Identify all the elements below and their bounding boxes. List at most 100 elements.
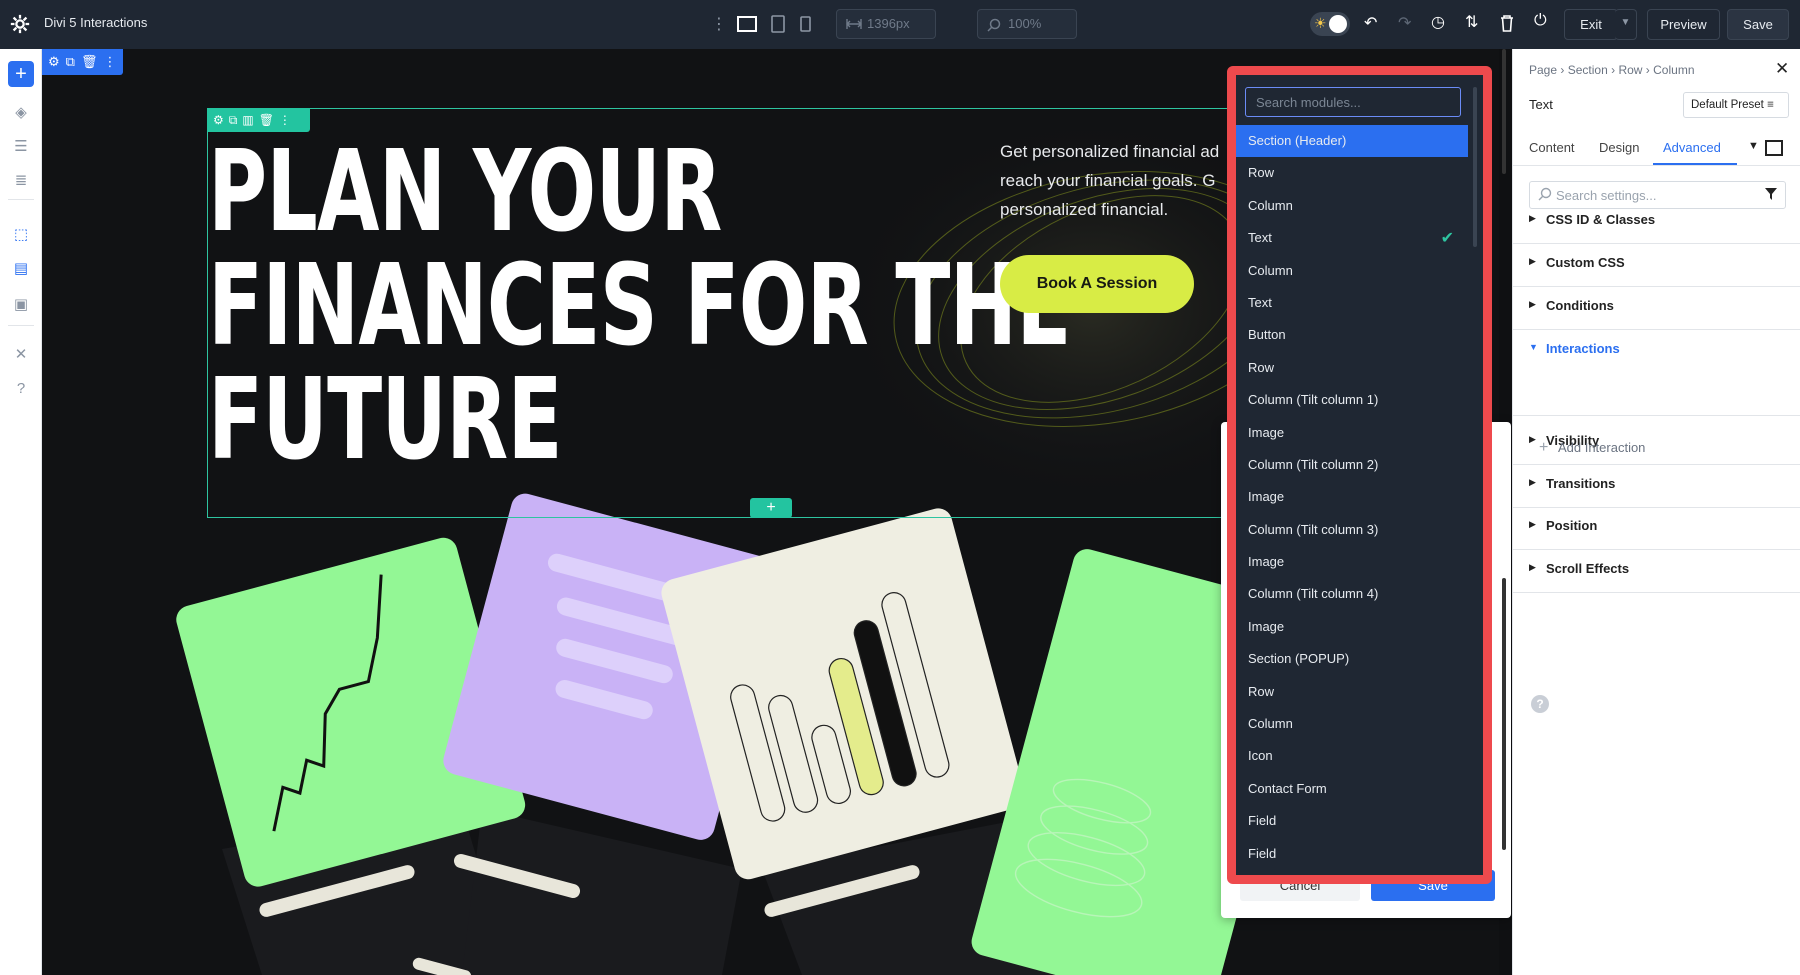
settings-group[interactable]: ▶CSS ID & Classes	[1513, 195, 1800, 244]
module-option[interactable]: Button	[1236, 319, 1468, 351]
preset-select[interactable]: Default Preset ≡	[1683, 92, 1789, 118]
module-option-label: Image	[1248, 425, 1284, 440]
row-more-icon[interactable]: ⋮	[279, 113, 291, 127]
module-option[interactable]: Section (Header)	[1236, 125, 1468, 157]
settings-group[interactable]: ▶ Custom CSS	[1513, 238, 1800, 287]
module-option-label: Text	[1248, 295, 1272, 310]
row-delete-icon[interactable]: 🗑	[259, 113, 274, 127]
module-option[interactable]: Image	[1236, 611, 1468, 643]
page-settings-icon[interactable]: ▤	[8, 255, 34, 281]
row-settings-icon[interactable]: ⚙	[213, 113, 224, 127]
module-option[interactable]: Row	[1236, 157, 1468, 189]
power-icon[interactable]: ⏻	[1534, 12, 1547, 30]
modal-scrollbar[interactable]	[1502, 578, 1506, 850]
preview-button[interactable]: Preview	[1647, 9, 1720, 40]
layers-icon[interactable]: ◈	[8, 99, 34, 125]
add-icon[interactable]: +	[8, 61, 34, 87]
save-top-button[interactable]: Save	[1727, 9, 1789, 40]
trash-icon[interactable]	[1500, 15, 1514, 32]
section-toolbar[interactable]: ⚙ ⧉ 🗑 ⋮	[42, 49, 123, 75]
module-option[interactable]: Column (Tilt column 4)	[1236, 578, 1468, 610]
sort-icon[interactable]: ⇅	[1465, 12, 1478, 32]
help-icon[interactable]: ?	[8, 375, 34, 401]
database-icon[interactable]: ☰	[8, 133, 34, 159]
theme-builder-icon[interactable]: ▣	[8, 291, 34, 317]
tab-content[interactable]: Content	[1529, 140, 1575, 155]
breadcrumb-item[interactable]: Section	[1568, 63, 1608, 77]
zoom-field[interactable]: 100%	[977, 9, 1077, 39]
module-option[interactable]: Icon	[1236, 740, 1468, 772]
tools-icon[interactable]: ✕	[8, 341, 34, 367]
module-option[interactable]: Column (Tilt column 1)	[1236, 384, 1468, 416]
history-icon[interactable]: ◷	[1431, 12, 1445, 32]
width-field[interactable]: 1396px	[836, 9, 936, 39]
tab-design[interactable]: Design	[1599, 140, 1639, 155]
module-option[interactable]: Field	[1236, 805, 1468, 837]
caret-right-icon: ▶	[1529, 256, 1536, 267]
module-option[interactable]: Column (Tilt column 3)	[1236, 514, 1468, 546]
desktop-view-icon[interactable]	[737, 16, 757, 32]
book-session-button[interactable]: Book A Session	[1000, 255, 1194, 313]
module-option[interactable]: Field	[1236, 838, 1468, 870]
dropdown-scrollbar[interactable]	[1473, 87, 1477, 247]
module-search-input[interactable]: Search modules...	[1245, 87, 1461, 117]
chevron-down-icon[interactable]: ▼	[1748, 140, 1759, 152]
panel-expand-icon[interactable]	[1765, 140, 1783, 156]
row-columns-icon[interactable]: ▥	[242, 113, 253, 127]
close-icon[interactable]: ✕	[1775, 59, 1789, 79]
phone-view-icon[interactable]	[800, 16, 811, 32]
settings-group[interactable]: ▼Interactions	[1513, 324, 1800, 416]
exit-dropdown-caret-icon[interactable]: ▼	[1615, 9, 1637, 40]
breadcrumb-item[interactable]: Page	[1529, 63, 1557, 77]
add-interaction-button[interactable]: + Add Interaction	[1539, 439, 1645, 457]
add-row-button[interactable]: +	[750, 498, 792, 518]
caret-right-icon: ▶	[1529, 519, 1536, 530]
redo-icon[interactable]: ↷	[1398, 13, 1411, 33]
checkmark-icon: ✔	[1441, 228, 1454, 248]
module-option[interactable]: Image	[1236, 546, 1468, 578]
settings-group[interactable]: ▶Position	[1513, 501, 1800, 550]
section-more-icon[interactable]: ⋮	[103, 54, 116, 70]
canvas-scrollbar[interactable]	[1502, 49, 1506, 174]
tablet-view-icon[interactable]	[771, 15, 785, 33]
theme-toggle[interactable]: ☀	[1310, 12, 1350, 36]
hero-intro-text[interactable]: Get personalized financial ad reach your…	[1000, 137, 1260, 224]
module-option[interactable]: Column	[1236, 255, 1468, 287]
module-option[interactable]: Contact Form	[1236, 773, 1468, 805]
module-option[interactable]: Image	[1236, 417, 1468, 449]
tab-advanced[interactable]: Advanced	[1663, 140, 1721, 155]
module-option-label: Column	[1248, 198, 1293, 213]
module-option[interactable]: Row	[1236, 352, 1468, 384]
settings-group[interactable]: ▶Conditions	[1513, 281, 1800, 330]
module-option-label: Section (POPUP)	[1248, 651, 1349, 666]
more-vertical-icon[interactable]: ⋮	[711, 14, 727, 34]
intro-line: Get personalized financial ad	[1000, 137, 1260, 166]
settings-group-label: Custom CSS	[1546, 255, 1625, 270]
module-option-label: Icon	[1248, 748, 1273, 763]
gear-icon[interactable]	[9, 13, 31, 35]
section-delete-icon[interactable]: 🗑	[81, 54, 98, 70]
active-tab-indicator	[1653, 163, 1737, 165]
caret-right-icon: ▶	[1529, 562, 1536, 573]
interaction-icon[interactable]: ⬚	[8, 221, 34, 247]
module-option[interactable]: Column	[1236, 708, 1468, 740]
module-option[interactable]: Text	[1236, 287, 1468, 319]
layout-icon[interactable]: ≣	[8, 167, 34, 193]
breadcrumb-item[interactable]: Row	[1618, 63, 1642, 77]
module-option[interactable]: Column	[1236, 190, 1468, 222]
module-option[interactable]: Section (POPUP)	[1236, 643, 1468, 675]
question-icon[interactable]: ?	[1531, 695, 1549, 713]
hero-headline[interactable]: PLAN YOUR FINANCES FOR THE FUTURE	[208, 135, 755, 477]
section-duplicate-icon[interactable]: ⧉	[66, 54, 75, 70]
module-option[interactable]: Row	[1236, 676, 1468, 708]
row-duplicate-icon[interactable]: ⧉	[229, 113, 238, 128]
undo-icon[interactable]: ↶	[1364, 13, 1377, 33]
breadcrumb-item[interactable]: Column	[1653, 63, 1694, 77]
settings-group[interactable]: ▶Scroll Effects	[1513, 544, 1800, 593]
module-option[interactable]: Column (Tilt column 2)	[1236, 449, 1468, 481]
module-option[interactable]: Image	[1236, 481, 1468, 513]
caret-right-icon: ▶	[1529, 299, 1536, 310]
module-option[interactable]: Text✔	[1236, 222, 1468, 254]
section-settings-icon[interactable]: ⚙	[48, 54, 60, 70]
exit-button[interactable]: Exit	[1564, 9, 1618, 40]
